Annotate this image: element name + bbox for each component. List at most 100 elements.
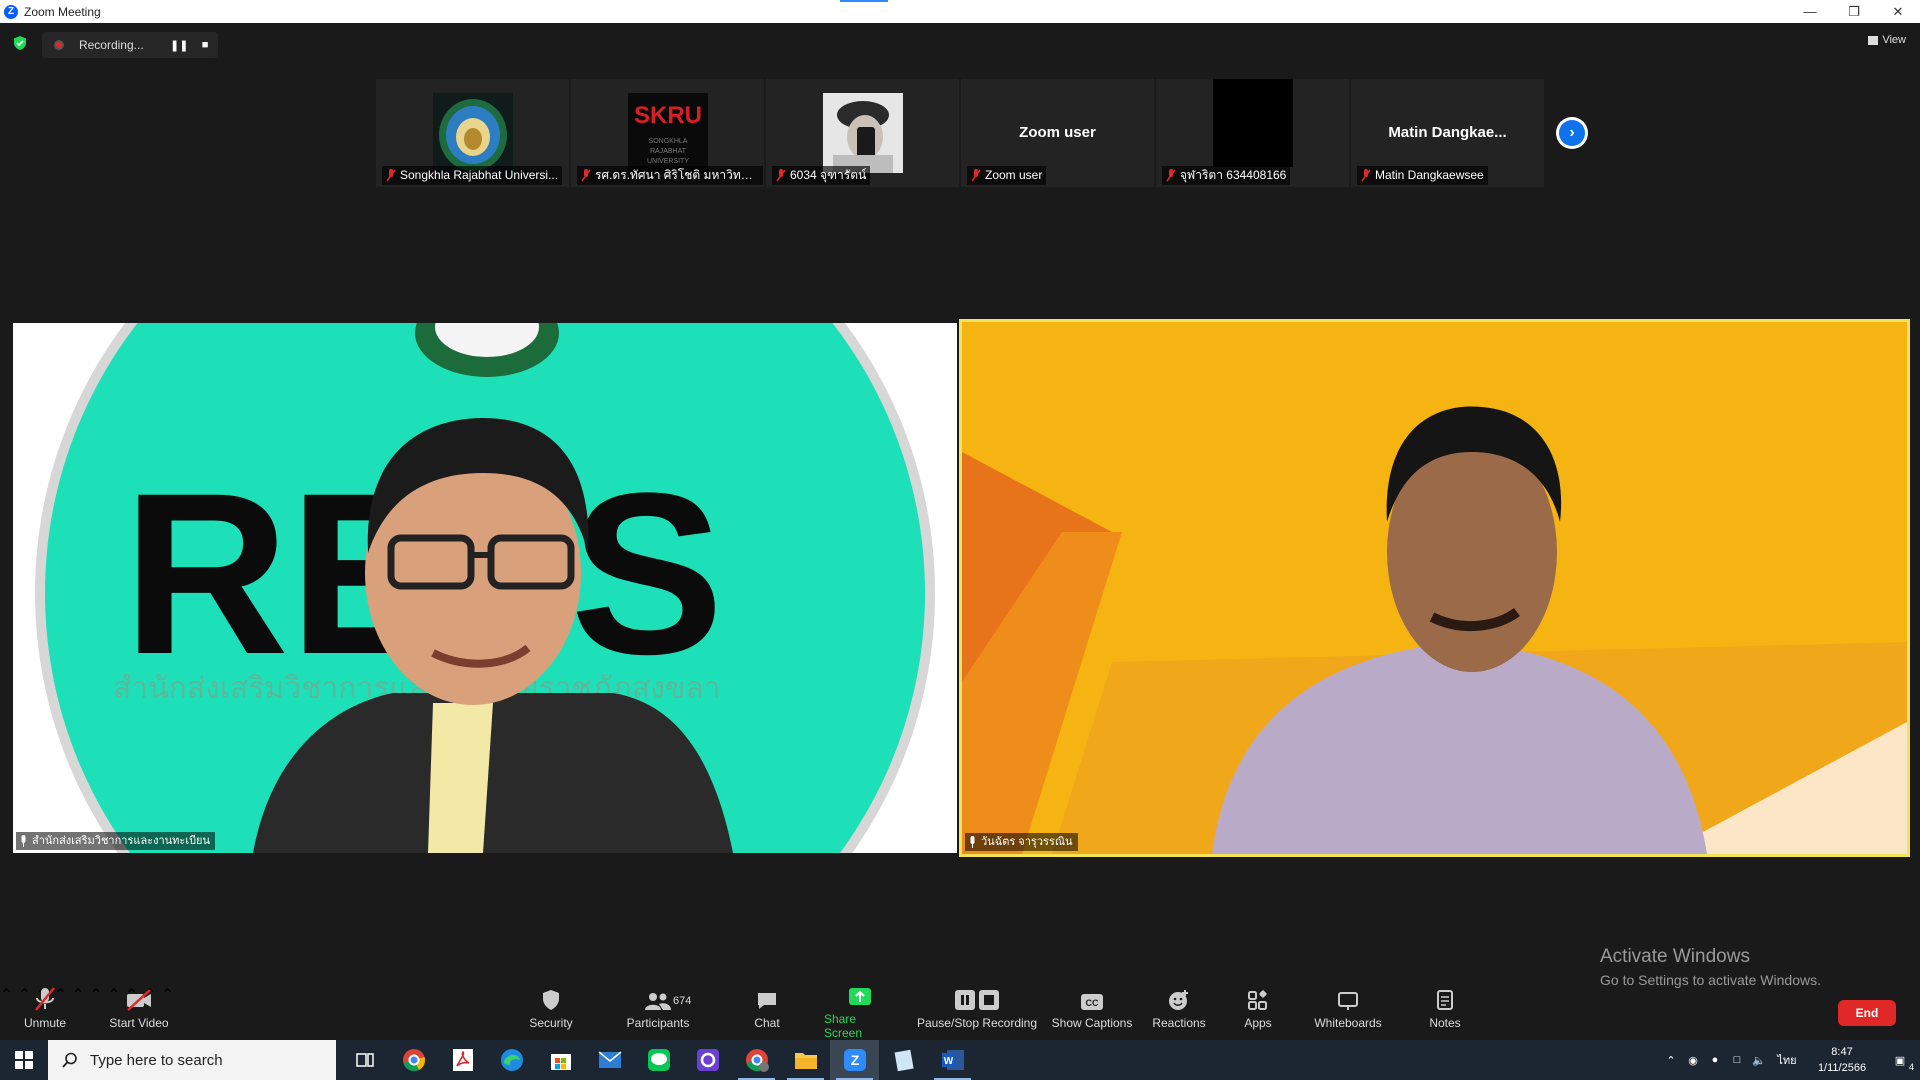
pause-stop-recording-label: Pause/Stop Recording xyxy=(916,1016,1038,1030)
video-feed-speaker xyxy=(962,322,1907,854)
chrome-icon[interactable] xyxy=(389,1040,438,1080)
svg-text:SONGKHLA: SONGKHLA xyxy=(648,138,687,145)
reactions-button[interactable]: Reactions xyxy=(1151,985,1207,1040)
share-screen-button[interactable]: Share Screen xyxy=(824,985,896,1040)
muted-mic-icon xyxy=(1361,169,1371,182)
app-purple-icon[interactable] xyxy=(683,1040,732,1080)
participant-name: รศ.ดร.ทัศนา ศิริโชติ มหาวิทยาล... xyxy=(577,166,763,185)
search-placeholder: Type here to search xyxy=(90,1051,223,1069)
file-explorer-icon[interactable] xyxy=(781,1040,830,1080)
participant-tile[interactable]: Zoom user Zoom user xyxy=(961,79,1154,187)
unmute-label: Unmute xyxy=(23,1016,67,1030)
view-button[interactable]: View xyxy=(1868,34,1906,46)
start-video-button[interactable]: Start Video xyxy=(106,985,172,1040)
minimize-icon[interactable]: — xyxy=(1788,0,1832,23)
reactions-smiley-icon xyxy=(1169,990,1188,1010)
participant-display-name: Zoom user xyxy=(1019,124,1096,141)
participant-tile[interactable]: SKRU SONGKHLA RAJABHAT UNIVERSITY รศ.ดร.… xyxy=(571,79,764,187)
chat-button[interactable]: Chat xyxy=(752,985,782,1040)
share-screen-icon xyxy=(849,988,871,1005)
windows-taskbar: Type here to search Z W ⌃ ◉ ● □ 🔈 ไทย 8:… xyxy=(0,1040,1920,1080)
input-language[interactable]: ไทย xyxy=(1770,1040,1804,1080)
window-title: Zoom Meeting xyxy=(24,4,101,19)
grid-view-icon xyxy=(1868,35,1879,45)
meeting-topbar: Recording... ❚❚ ■ View xyxy=(0,23,1920,63)
profile-photo-picture xyxy=(822,93,903,173)
edge-icon[interactable] xyxy=(487,1040,536,1080)
mic-icon xyxy=(970,836,975,848)
notification-center-icon[interactable]: ▣ 4 xyxy=(1880,1040,1920,1080)
stop-icon[interactable]: ■ xyxy=(192,39,218,51)
muted-mic-icon xyxy=(971,169,981,182)
network-icon[interactable]: □ xyxy=(1726,1040,1748,1080)
mail-icon[interactable] xyxy=(585,1040,634,1080)
participant-name: Songkhla Rajabhat Universi... xyxy=(382,166,563,185)
windows-start-button[interactable] xyxy=(0,1040,48,1080)
participant-name: 6034 จุฑารัตน์ xyxy=(772,166,871,185)
security-button[interactable]: Security xyxy=(527,985,575,1040)
taskbar-apps: Z W xyxy=(340,1040,977,1080)
webcam-icon[interactable]: ◉ xyxy=(1682,1040,1704,1080)
participant-display-name: Matin Dangkae... xyxy=(1388,124,1507,141)
task-view-icon[interactable] xyxy=(340,1040,389,1080)
close-icon[interactable]: ✕ xyxy=(1876,0,1920,23)
captions-icon: CC xyxy=(1081,994,1103,1010)
volume-icon[interactable]: 🔈 xyxy=(1748,1040,1770,1080)
recording-status: Recording... xyxy=(78,38,144,52)
whiteboards-button[interactable]: Whiteboards xyxy=(1312,985,1384,1040)
chrome-profile-icon[interactable] xyxy=(732,1040,781,1080)
reactions-label: Reactions xyxy=(1152,1016,1206,1030)
participant-tile[interactable]: จุฬาริตา 634408166 xyxy=(1156,79,1349,187)
acrobat-icon[interactable] xyxy=(438,1040,487,1080)
muted-mic-icon xyxy=(386,169,396,182)
mic-icon xyxy=(21,835,26,847)
zoom-taskbar-icon[interactable]: Z xyxy=(830,1040,879,1080)
whiteboard-icon xyxy=(1338,992,1358,1010)
muted-mic-icon xyxy=(581,169,591,182)
whiteboards-label: Whiteboards xyxy=(1314,1016,1382,1030)
taskbar-clock[interactable]: 8:47 1/11/2566 xyxy=(1804,1044,1880,1076)
chevron-up-icon[interactable]: ⌃ xyxy=(1660,1040,1682,1080)
microphone-icon[interactable]: ● xyxy=(1704,1040,1726,1080)
word-icon[interactable]: W xyxy=(928,1040,977,1080)
taskbar-search-box[interactable]: Type here to search xyxy=(48,1040,336,1080)
show-captions-button[interactable]: CC Show Captions xyxy=(1050,985,1134,1040)
audio-options-chevron-icon[interactable]: ⌃ xyxy=(0,987,13,1004)
notes-label: Notes xyxy=(1429,1016,1461,1030)
line-icon[interactable] xyxy=(634,1040,683,1080)
store-icon[interactable] xyxy=(536,1040,585,1080)
participants-button[interactable]: Participants xyxy=(624,985,692,1040)
window-controls: — ❐ ✕ xyxy=(1788,0,1920,23)
notes-button[interactable]: Notes xyxy=(1428,985,1462,1040)
participant-tile[interactable]: 6034 จุฑารัตน์ xyxy=(766,79,959,187)
pause-stop-recording-button[interactable]: Pause/Stop Recording xyxy=(916,985,1038,1040)
share-options-chevron-icon[interactable]: ⌃ xyxy=(71,987,84,1004)
participant-tile[interactable]: Matin Dangkae... Matin Dangkaewsee xyxy=(1351,79,1544,187)
participant-tile[interactable]: Songkhla Rajabhat Universi... xyxy=(376,79,569,187)
main-video-right-active-speaker[interactable]: วันฉัตร จารุวรรณิน xyxy=(959,319,1910,857)
focus-indicator xyxy=(840,0,888,2)
captions-options-chevron-icon[interactable]: ⌃ xyxy=(89,987,102,1004)
unmute-button[interactable]: Unmute xyxy=(22,985,68,1040)
restore-icon[interactable]: ❐ xyxy=(1832,0,1876,23)
chat-label: Chat xyxy=(754,1016,780,1030)
participant-name: Zoom user xyxy=(967,166,1047,185)
notification-count: 4 xyxy=(1908,1062,1914,1072)
muted-mic-icon xyxy=(1166,169,1176,182)
svg-text:RAJABHAT: RAJABHAT xyxy=(649,148,686,155)
participant-name: จุฬาริตา 634408166 xyxy=(1162,166,1291,185)
apps-button[interactable]: Apps xyxy=(1243,985,1273,1040)
notepad-icon[interactable] xyxy=(879,1040,928,1080)
skru-logo-picture: SKRU SONGKHLA RAJABHAT UNIVERSITY xyxy=(627,93,708,173)
recording-indicator: Recording... ❚❚ ■ xyxy=(42,32,218,58)
end-meeting-button[interactable]: End xyxy=(1838,1000,1896,1026)
next-page-button[interactable]: › xyxy=(1556,117,1588,149)
window-titlebar: Z Zoom Meeting — ❐ ✕ xyxy=(0,0,1920,23)
security-label: Security xyxy=(529,1016,573,1030)
activate-windows-watermark: Activate Windows Go to Settings to activ… xyxy=(1600,946,1821,988)
pause-icon[interactable]: ❚❚ xyxy=(166,39,192,52)
security-shield-icon[interactable] xyxy=(12,35,28,51)
main-video-left[interactable]: RE IS สำนักส่งเสริมวิชาการและ...ยาลัยราช… xyxy=(13,323,957,853)
system-tray: ⌃ ◉ ● □ 🔈 ไทย 8:47 1/11/2566 ▣ 4 xyxy=(1660,1040,1920,1080)
participant-name: วันฉัตร จารุวรรณิน xyxy=(965,833,1078,851)
